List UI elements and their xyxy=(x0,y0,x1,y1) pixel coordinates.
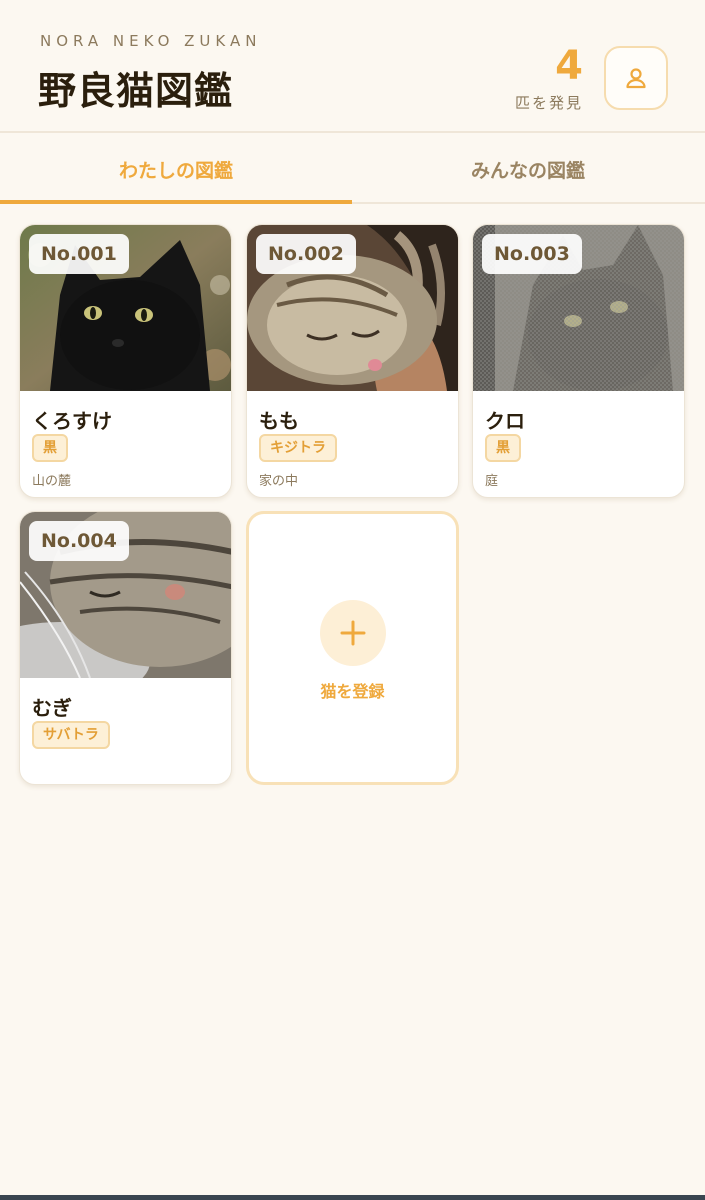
user-icon xyxy=(626,68,646,89)
cat-color-tag: キジトラ xyxy=(259,434,337,462)
app-subtitle: NORA NEKO ZUKAN xyxy=(40,32,262,50)
found-count: 4 匹を発見 xyxy=(515,42,583,113)
cat-place: 山の麓 xyxy=(32,474,72,489)
plus-icon xyxy=(340,620,366,646)
found-count-number: 4 xyxy=(555,43,583,89)
cat-name: むぎ xyxy=(32,696,72,720)
cat-name: くろすけ xyxy=(32,409,112,433)
app-title: 野良猫図鑑 xyxy=(38,69,234,113)
cat-place: 庭 xyxy=(485,474,499,489)
add-cat-label: 猫を登録 xyxy=(320,682,385,701)
cat-card-001[interactable]: No.001 くろすけ 黒 山の麓 xyxy=(19,224,232,498)
add-cat-card[interactable]: 猫を登録 xyxy=(246,511,459,785)
cat-number-badge: No.002 xyxy=(256,234,356,274)
found-count-label: 匹を発見 xyxy=(514,94,583,112)
cat-card-003[interactable]: No.003 クロ 黒 庭 xyxy=(472,224,685,498)
cat-number-badge: No.004 xyxy=(29,521,129,561)
system-bar xyxy=(0,1195,705,1200)
tab-my-zukan[interactable]: わたしの図鑑 xyxy=(0,135,352,204)
add-cat-button[interactable] xyxy=(320,600,386,666)
cat-place: 家の中 xyxy=(259,474,299,489)
cat-card-004[interactable]: No.004 むぎ サバトラ xyxy=(19,511,232,785)
tab-everyone-zukan[interactable]: みんなの図鑑 xyxy=(352,135,704,203)
cat-number-badge: No.003 xyxy=(482,234,582,274)
cat-color-tag: 黒 xyxy=(485,434,521,462)
cat-color-tag: 黒 xyxy=(32,434,68,462)
cat-name: クロ xyxy=(485,409,525,433)
tab-bar: わたしの図鑑 みんなの図鑑 xyxy=(0,135,705,204)
cat-color-tag: サバトラ xyxy=(32,721,110,749)
cat-number-badge: No.001 xyxy=(29,234,129,274)
app-root: NORA NEKO ZUKAN 野良猫図鑑 4 匹を発見 わたしの図鑑 みんなの… xyxy=(0,0,705,1200)
cat-name: もも xyxy=(259,409,299,433)
cat-card-002[interactable]: No.002 もも キジトラ 家の中 xyxy=(246,224,459,498)
profile-button[interactable] xyxy=(604,46,668,110)
header: NORA NEKO ZUKAN 野良猫図鑑 4 匹を発見 xyxy=(0,0,705,133)
